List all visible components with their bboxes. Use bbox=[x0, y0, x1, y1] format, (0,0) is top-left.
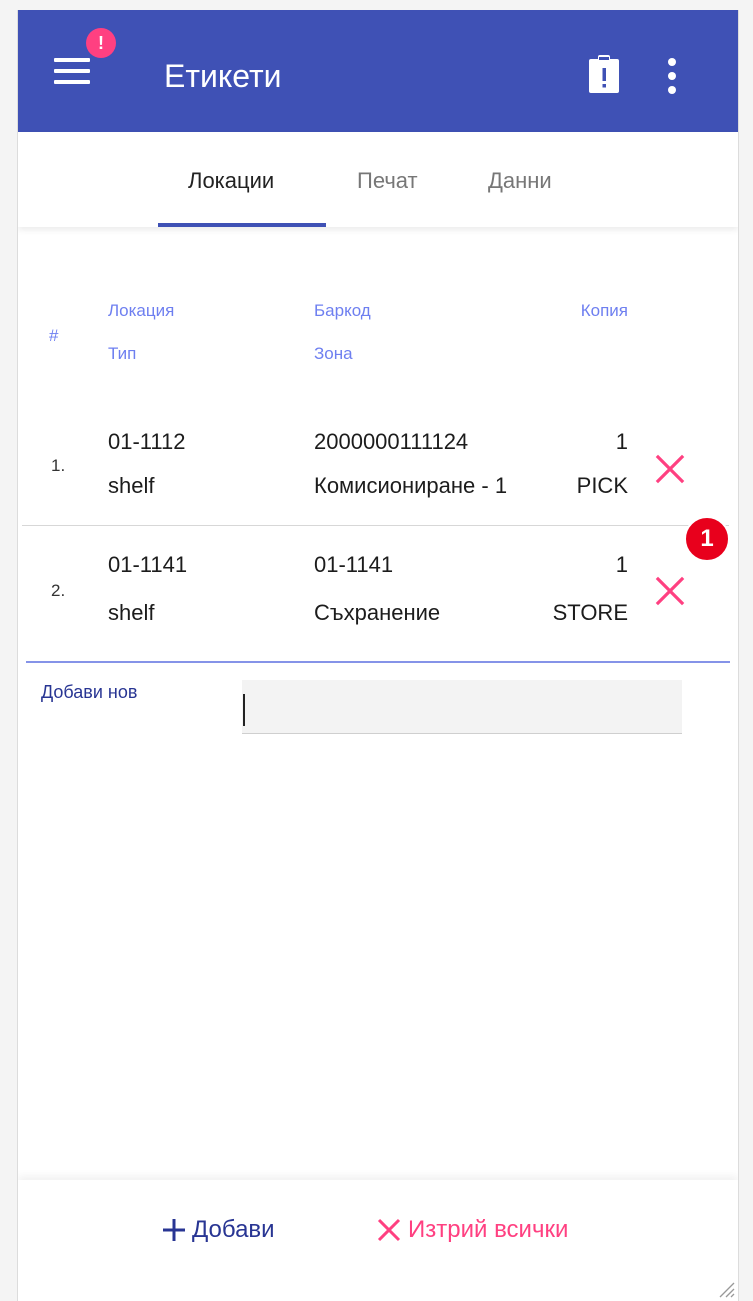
delete-row-icon[interactable] bbox=[655, 576, 685, 606]
delete-all-button-label: Изтрий всички bbox=[408, 1216, 569, 1243]
add-button[interactable]: Добави bbox=[162, 1210, 275, 1250]
row-type: shelf bbox=[108, 600, 155, 625]
row-zone-code: STORE bbox=[552, 600, 628, 625]
row-type: shelf bbox=[108, 473, 155, 498]
row-zone-code: PICK bbox=[576, 473, 628, 498]
close-icon bbox=[377, 1218, 401, 1242]
row-index: 2. bbox=[51, 581, 66, 600]
row-copies: 1 bbox=[615, 552, 628, 577]
resize-grip-icon[interactable] bbox=[714, 1277, 736, 1299]
tab-print[interactable]: Печат bbox=[357, 166, 418, 196]
column-header-location: Локация bbox=[108, 301, 175, 320]
row-location: 01-1141 bbox=[108, 552, 188, 577]
add-new-label: Добави нов bbox=[41, 682, 138, 702]
row-location: 01-1112 bbox=[108, 429, 186, 454]
step-number-badge: 1 bbox=[684, 516, 730, 562]
app-bar: ! Етикети bbox=[18, 10, 738, 132]
row-copies: 1 bbox=[615, 429, 628, 454]
text-caret bbox=[243, 694, 245, 726]
column-header-type: Тип bbox=[108, 344, 137, 363]
tab-bar: Локации Печат Данни bbox=[18, 132, 738, 227]
menu-icon[interactable] bbox=[54, 58, 90, 88]
tab-data[interactable]: Данни bbox=[488, 166, 552, 196]
row-barcode: 2000000111124 bbox=[314, 429, 469, 454]
app-window: ! Етикети Локации Печат Данни # Локация … bbox=[17, 10, 739, 1301]
add-new-input[interactable] bbox=[242, 680, 682, 734]
delete-row-icon[interactable] bbox=[655, 454, 685, 484]
delete-all-button[interactable]: Изтрий всички bbox=[376, 1210, 568, 1250]
active-tab-indicator bbox=[158, 223, 326, 227]
column-header-index: # bbox=[49, 326, 59, 345]
more-vert-icon[interactable] bbox=[662, 56, 682, 96]
clipboard-alert-icon[interactable] bbox=[588, 54, 620, 94]
column-header-zone: Зона bbox=[314, 344, 353, 363]
row-divider bbox=[22, 525, 729, 526]
row-zone: Комисиониране - 1 bbox=[314, 473, 508, 498]
notification-badge: ! bbox=[86, 28, 116, 58]
page-title: Етикети bbox=[164, 58, 282, 94]
add-button-label: Добави bbox=[192, 1216, 275, 1243]
row-zone: Съхранение bbox=[314, 600, 441, 625]
column-header-barcode: Баркод bbox=[314, 301, 371, 320]
bottom-action-bar: Добави Изтрий всички bbox=[18, 1180, 738, 1301]
column-header-copies: Копия bbox=[580, 301, 628, 320]
table-bottom-divider bbox=[26, 661, 730, 663]
row-barcode: 01-1141 bbox=[314, 552, 394, 577]
row-index: 1. bbox=[51, 456, 66, 475]
plus-icon bbox=[163, 1219, 185, 1241]
tab-locations[interactable]: Локации bbox=[188, 166, 274, 196]
